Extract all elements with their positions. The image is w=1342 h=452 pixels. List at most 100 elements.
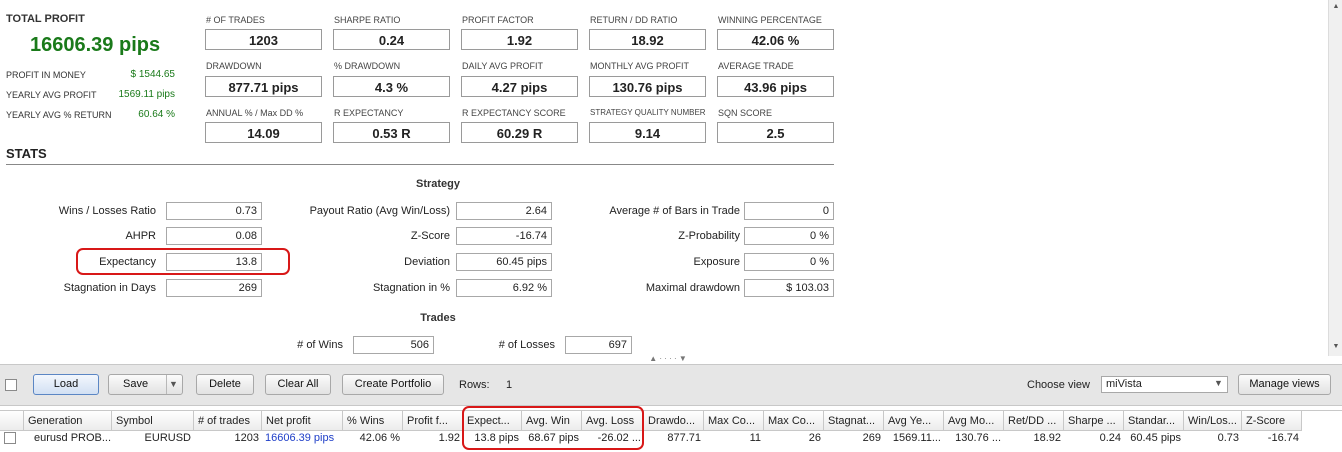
column-header[interactable]: Z-Score — [1242, 411, 1302, 431]
metric-value: 130.76 pips — [589, 76, 706, 97]
avg-bars-value: 0 — [744, 202, 834, 220]
payout-ratio-label: Payout Ratio (Avg Win/Loss) — [309, 205, 450, 217]
z-score-label: Z-Score — [410, 230, 450, 242]
deviation-value: 60.45 pips — [456, 253, 552, 271]
chevron-down-icon[interactable]: ▼ — [1214, 378, 1223, 388]
stagnation-days-value: 269 — [166, 279, 262, 297]
column-header[interactable]: Win/Los... — [1184, 411, 1242, 431]
clear-all-button[interactable]: Clear All — [265, 374, 331, 395]
view-select[interactable]: miVista ▼ — [1101, 376, 1228, 393]
z-probability-label: Z-Probability — [678, 230, 740, 242]
column-header[interactable]: Sharpe ... — [1064, 411, 1124, 431]
splitter-handle[interactable]: ▲ · · · · ▼ — [638, 355, 698, 363]
metric-label: WINNING PERCENTAGE — [718, 15, 822, 25]
databank-toolbar: Load Save ▼ Delete Clear All Create Port… — [0, 364, 1342, 406]
scroll-up-icon[interactable]: ▲ — [1331, 2, 1341, 12]
table-row[interactable]: eurusd PROB... EURUSD 1203 16606.39 pips 42.… — [0, 431, 1342, 446]
delete-button[interactable]: Delete — [196, 374, 254, 395]
metric-label: PROFIT FACTOR — [462, 15, 534, 25]
column-header[interactable]: Drawdo... — [644, 411, 704, 431]
metric-label: STRATEGY QUALITY NUMBER — [590, 108, 706, 117]
avg-bars-label: Average # of Bars in Trade — [609, 205, 740, 217]
metric-value: 0.24 — [333, 29, 450, 50]
rows-label: Rows: — [459, 379, 490, 391]
yearly-avg-profit-value: 1569.11 pips — [118, 89, 175, 100]
column-header[interactable]: Max Co... — [764, 411, 824, 431]
column-header[interactable]: Symbol — [112, 411, 194, 431]
metric-value: 43.96 pips — [717, 76, 834, 97]
table-cell: 60.45 pips — [1130, 432, 1181, 444]
column-header[interactable]: Standar... — [1124, 411, 1184, 431]
metric-label: # OF TRADES — [206, 15, 265, 25]
column-header[interactable]: Avg Ye... — [884, 411, 944, 431]
table-cell: 269 — [862, 432, 881, 444]
metric-label: SHARPE RATIO — [334, 15, 401, 25]
load-button[interactable]: Load — [33, 374, 99, 395]
max-drawdown-label: Maximal drawdown — [645, 282, 740, 294]
yearly-avg-profit-label: YEARLY AVG PROFIT — [6, 90, 97, 100]
table-cell: 11 — [749, 432, 761, 444]
column-header[interactable]: % Wins — [343, 411, 403, 431]
column-header[interactable]: Avg Mo... — [944, 411, 1004, 431]
metric-value: 0.53 R — [333, 122, 450, 143]
save-split-divider — [166, 375, 167, 394]
profit-in-money-value: $ 1544.65 — [130, 69, 176, 80]
ahpr-label: AHPR — [125, 230, 156, 242]
column-header[interactable]: Net profit — [262, 411, 343, 431]
ahpr-value: 0.08 — [166, 227, 262, 245]
create-portfolio-button[interactable]: Create Portfolio — [342, 374, 444, 395]
table-cell: 42.06 % — [359, 432, 400, 444]
table-cell: 0.24 — [1099, 432, 1121, 444]
vertical-scrollbar[interactable]: ▲ ▼ — [1328, 0, 1342, 356]
table-cell: eurusd PROB... — [34, 432, 112, 444]
exposure-value: 0 % — [744, 253, 834, 271]
save-button-label: Save — [123, 378, 149, 390]
metric-value: 1203 — [205, 29, 322, 50]
metric-label: MONTHLY AVG PROFIT — [590, 61, 690, 71]
wins-losses-ratio-value: 0.73 — [166, 202, 262, 220]
losses-label: # of Losses — [498, 339, 555, 351]
yearly-avg-return-label: YEARLY AVG % RETURN — [6, 110, 112, 120]
table-cell: EURUSD — [144, 432, 191, 444]
row-checkbox[interactable] — [4, 432, 16, 444]
wins-label: # of Wins — [297, 339, 343, 351]
metric-value: 1.92 — [461, 29, 578, 50]
metric-label: RETURN / DD RATIO — [590, 15, 678, 25]
view-select-value: miVista — [1106, 378, 1142, 390]
metric-label: SQN SCORE — [718, 108, 773, 118]
grid-header-select — [0, 411, 24, 431]
chevron-down-icon[interactable]: ▼ — [169, 375, 178, 394]
metric-value: 18.92 — [589, 29, 706, 50]
stagnation-days-label: Stagnation in Days — [63, 282, 156, 294]
table-cell: 0.73 — [1217, 432, 1239, 444]
manage-views-button[interactable]: Manage views — [1238, 374, 1331, 395]
metric-label: DRAWDOWN — [206, 61, 262, 71]
strategy-grid: Generation Symbol # of trades Net profit% W… — [0, 410, 1342, 452]
payout-ratio-value: 2.64 — [456, 202, 552, 220]
wins-losses-ratio-label: Wins / Losses Ratio — [58, 205, 156, 217]
column-header[interactable]: Ret/DD ... — [1004, 411, 1064, 431]
metric-value: 9.14 — [589, 122, 706, 143]
column-header[interactable]: Generation — [24, 411, 112, 431]
table-cell: 16606.39 pips — [265, 432, 335, 444]
column-header[interactable]: Max Co... — [704, 411, 764, 431]
table-cell: -16.74 — [1267, 432, 1299, 444]
deviation-label: Deviation — [404, 256, 450, 268]
stagnation-pct-value: 6.92 % — [456, 279, 552, 297]
table-cell: 1.92 — [438, 432, 460, 444]
trades-title: Trades — [420, 312, 456, 324]
metric-label: R EXPECTANCY — [334, 108, 404, 118]
scroll-down-icon[interactable]: ▼ — [1331, 342, 1341, 352]
metric-value: 2.5 — [717, 122, 834, 143]
table-cell: 1569.11... — [892, 432, 941, 444]
column-header[interactable]: Stagnat... — [824, 411, 884, 431]
column-header[interactable]: # of trades — [194, 411, 262, 431]
select-all-checkbox[interactable] — [5, 379, 17, 391]
save-button[interactable]: Save ▼ — [108, 374, 183, 395]
column-header[interactable]: Profit f... — [403, 411, 463, 431]
rows-count: 1 — [506, 379, 513, 391]
choose-view-label: Choose view — [1027, 379, 1090, 391]
table-cell: 26 — [808, 432, 821, 444]
grid-header: Generation Symbol # of trades Net profit% W… — [0, 411, 1342, 431]
table-cell: 1203 — [234, 432, 259, 444]
